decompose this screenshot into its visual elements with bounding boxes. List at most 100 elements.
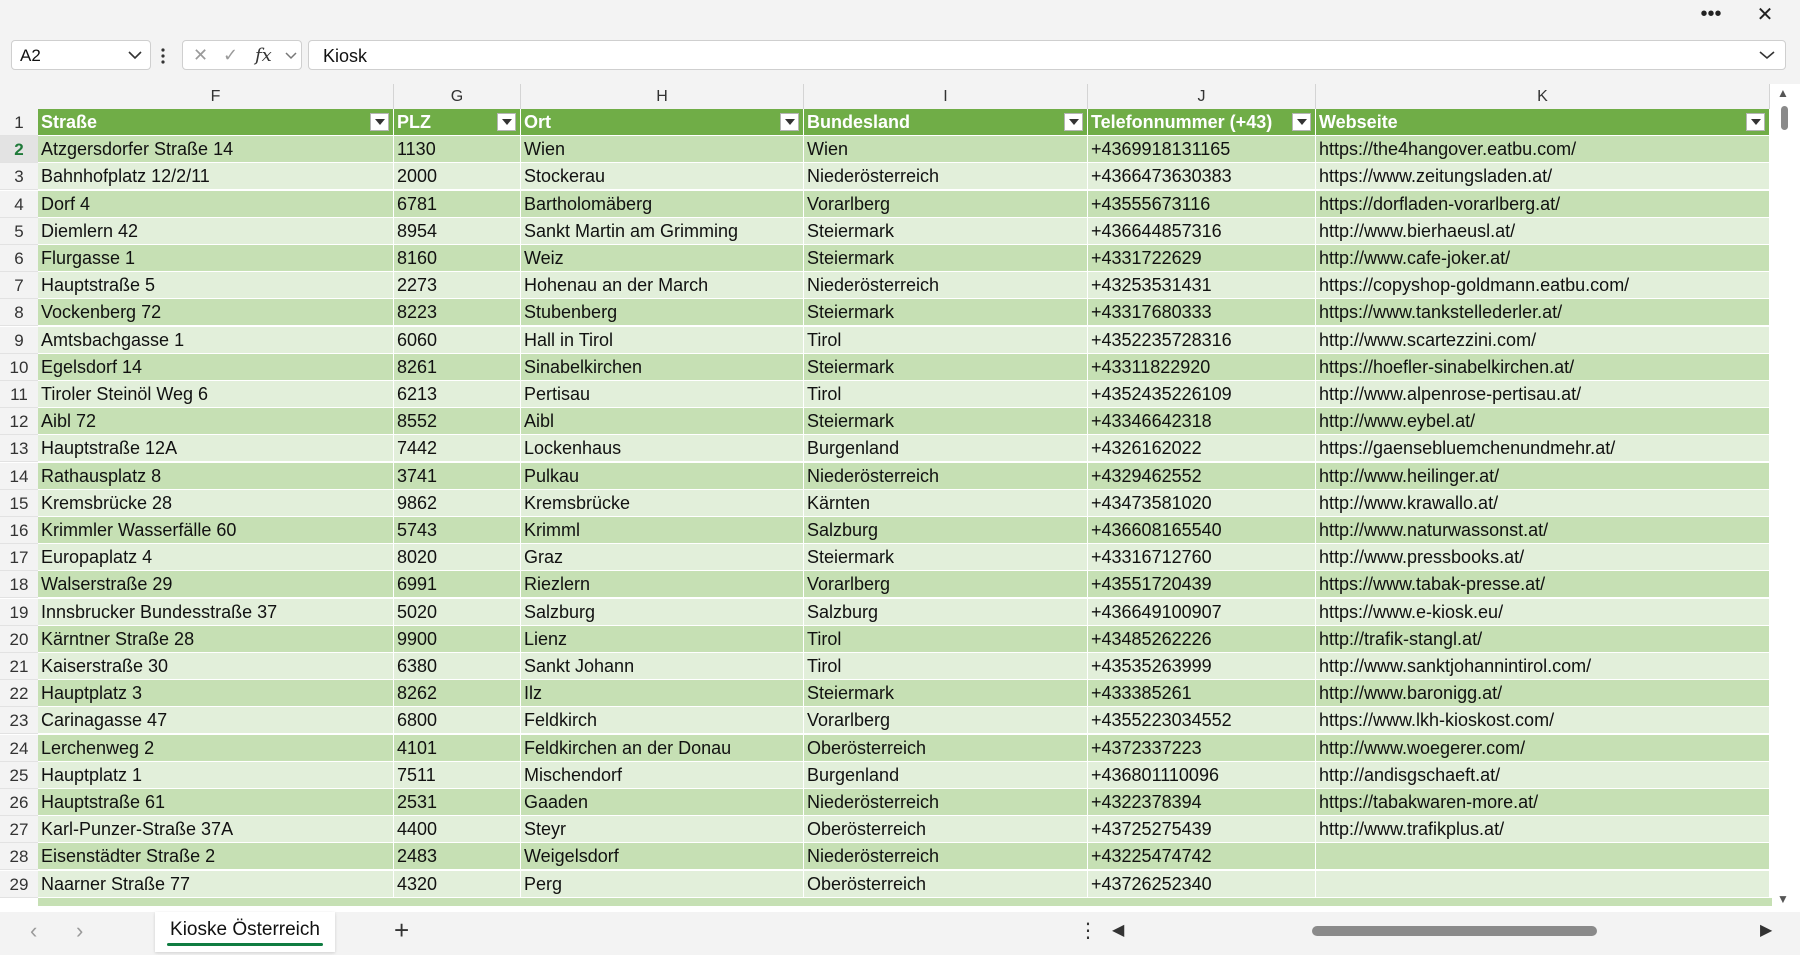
cell-webseite[interactable]: http://trafik-stangl.at/ [1316, 625, 1770, 653]
cell-bundesland[interactable]: Niederösterreich [804, 272, 1088, 300]
cell-strasse[interactable]: Hauptstraße 12A [38, 435, 394, 463]
cell-strasse[interactable]: Bahnhofplatz 12/2/11 [38, 163, 394, 191]
cell-bundesland[interactable]: Steiermark [804, 245, 1088, 272]
column-header-j[interactable]: J [1088, 84, 1316, 109]
filter-dropdown-button[interactable] [370, 113, 389, 131]
cell-webseite[interactable]: http://www.naturwassonst.at/ [1316, 517, 1770, 544]
column-header-k[interactable]: K [1316, 84, 1770, 109]
cell-bundesland[interactable]: Wien [804, 136, 1088, 164]
next-sheet-icon[interactable]: › [76, 918, 83, 944]
scroll-left-icon[interactable]: ◀ [1112, 920, 1124, 940]
sheet-options-icon[interactable]: ⋮ [1078, 918, 1098, 943]
cell-telefon[interactable]: +43316712760 [1088, 544, 1316, 572]
cell-bundesland[interactable]: Steiermark [804, 217, 1088, 245]
cell-ort[interactable]: Weiz [521, 245, 804, 272]
name-box[interactable]: A2 [11, 40, 151, 70]
cell-plz[interactable]: 2000 [394, 163, 521, 191]
cell-bundesland[interactable]: Steiermark [804, 353, 1088, 381]
row-header[interactable]: 24 [0, 734, 38, 762]
row-header[interactable]: 28 [0, 843, 38, 871]
cell-telefon[interactable]: +436649100907 [1088, 598, 1316, 626]
cell-plz[interactable]: 6060 [394, 326, 521, 354]
cell-ort[interactable]: Aibl [521, 408, 804, 436]
column-header-g[interactable]: G [394, 84, 521, 109]
cell-strasse[interactable]: Tiroler Steinöl Weg 6 [38, 381, 394, 408]
sheet-tab-kioske-oesterreich[interactable]: Kioske Österreich [155, 912, 335, 952]
cell-webseite[interactable]: http://www.baronigg.at/ [1316, 680, 1770, 708]
cell-webseite[interactable]: https://www.e-kiosk.eu/ [1316, 598, 1770, 626]
cell-strasse[interactable]: Hauptplatz 1 [38, 761, 394, 789]
cell-bundesland[interactable]: Steiermark [804, 544, 1088, 572]
row-header[interactable]: 9 [0, 326, 38, 354]
select-all-corner[interactable] [0, 84, 38, 109]
cell-webseite[interactable]: https://copyshop-goldmann.eatbu.com/ [1316, 272, 1770, 300]
cell-plz[interactable]: 4101 [394, 734, 521, 762]
cell-telefon[interactable]: +43311822920 [1088, 353, 1316, 381]
cell-webseite[interactable]: http://www.krawallo.at/ [1316, 489, 1770, 517]
cell-telefon[interactable]: +436644857316 [1088, 217, 1316, 245]
cell-plz[interactable]: 7511 [394, 761, 521, 789]
cell-ort[interactable]: Lockenhaus [521, 435, 804, 463]
close-button[interactable]: ✕ [1742, 0, 1788, 28]
cell-strasse[interactable]: Eisenstädter Straße 2 [38, 843, 394, 871]
cell-plz[interactable]: 2531 [394, 789, 521, 816]
cell-strasse[interactable]: Hauptstraße 61 [38, 789, 394, 816]
cell-strasse[interactable]: Lerchenweg 2 [38, 734, 394, 762]
cell-webseite[interactable]: https://www.lkh-kioskost.com/ [1316, 707, 1770, 735]
cell-bundesland[interactable]: Tirol [804, 381, 1088, 408]
row-header[interactable]: 21 [0, 653, 38, 680]
scrollbar-thumb[interactable] [1312, 926, 1597, 936]
cell-ort[interactable]: Mischendorf [521, 761, 804, 789]
cell-webseite[interactable]: http://www.scartezzini.com/ [1316, 326, 1770, 354]
row-header[interactable]: 1 [0, 109, 38, 136]
cell-telefon[interactable]: +436608165540 [1088, 517, 1316, 544]
chevron-down-icon[interactable] [285, 51, 297, 60]
cell-telefon[interactable]: +43555673116 [1088, 190, 1316, 218]
cell-telefon[interactable]: +4352235728316 [1088, 326, 1316, 354]
cell-ort[interactable]: Sinabelkirchen [521, 353, 804, 381]
table-header-ort[interactable]: Ort [521, 109, 804, 136]
cell-telefon[interactable]: +4326162022 [1088, 435, 1316, 463]
row-header[interactable]: 25 [0, 761, 38, 789]
row-header[interactable]: 27 [0, 816, 38, 844]
cell-ort[interactable]: Pertisau [521, 381, 804, 408]
cell-telefon[interactable]: +43485262226 [1088, 625, 1316, 653]
cell-ort[interactable]: Riezlern [521, 571, 804, 599]
cell-bundesland[interactable]: Vorarlberg [804, 190, 1088, 218]
cell-bundesland[interactable]: Oberösterreich [804, 734, 1088, 762]
cell-bundesland[interactable]: Steiermark [804, 408, 1088, 436]
cell-plz[interactable]: 2273 [394, 272, 521, 300]
cell-webseite[interactable]: http://www.pressbooks.at/ [1316, 544, 1770, 572]
cell-telefon[interactable]: +43535263999 [1088, 653, 1316, 680]
cell-ort[interactable]: Kremsbrücke [521, 489, 804, 517]
cell-strasse[interactable]: Krimmler Wasserfälle 60 [38, 517, 394, 544]
cell-plz[interactable]: 7442 [394, 435, 521, 463]
cell-telefon[interactable]: +43253531431 [1088, 272, 1316, 300]
cell-strasse[interactable]: Innsbrucker Bundesstraße 37 [38, 598, 394, 626]
cell-ort[interactable]: Gaaden [521, 789, 804, 816]
cell-bundesland[interactable]: Tirol [804, 326, 1088, 354]
cell-webseite[interactable]: http://www.sanktjohannintirol.com/ [1316, 653, 1770, 680]
row-header[interactable]: 14 [0, 462, 38, 490]
filter-dropdown-button[interactable] [1292, 113, 1311, 131]
cell-plz[interactable]: 9900 [394, 625, 521, 653]
cell-bundesland[interactable]: Niederösterreich [804, 163, 1088, 191]
cell-telefon[interactable]: +43317680333 [1088, 299, 1316, 327]
insert-function-icon[interactable]: fx [255, 45, 272, 66]
cell-telefon[interactable]: +433385261 [1088, 680, 1316, 708]
cell-plz[interactable]: 4320 [394, 870, 521, 898]
cell-telefon[interactable]: +436801110096 [1088, 761, 1316, 789]
cell-strasse[interactable]: Hauptplatz 3 [38, 680, 394, 708]
cell-strasse[interactable]: Walserstraße 29 [38, 571, 394, 599]
cell-ort[interactable]: Perg [521, 870, 804, 898]
row-header[interactable]: 3 [0, 163, 38, 191]
cell-plz[interactable]: 1130 [394, 136, 521, 164]
cell-telefon[interactable]: +43225474742 [1088, 843, 1316, 871]
cell-plz[interactable]: 5020 [394, 598, 521, 626]
cell-ort[interactable]: Sankt Martin am Grimming [521, 217, 804, 245]
filter-dropdown-button[interactable] [1064, 113, 1083, 131]
cell-telefon[interactable]: +43473581020 [1088, 489, 1316, 517]
cell-bundesland[interactable]: Vorarlberg [804, 571, 1088, 599]
cell-telefon[interactable]: +4331722629 [1088, 245, 1316, 272]
row-header[interactable]: 18 [0, 571, 38, 599]
